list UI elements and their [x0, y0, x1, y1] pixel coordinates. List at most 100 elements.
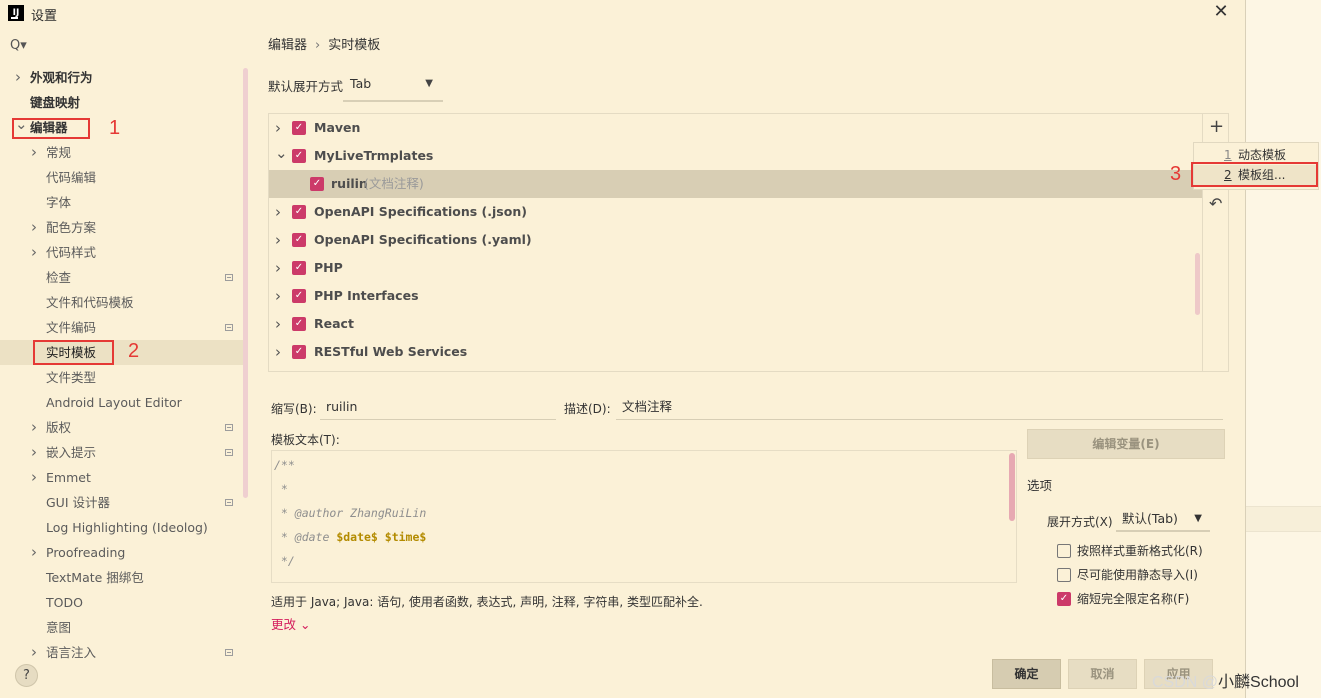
template-group[interactable]: › ✓ PHP Interfaces [269, 282, 1202, 310]
checkbox-checked[interactable]: ✓ [292, 289, 306, 303]
breadcrumb-separator: › [315, 38, 321, 53]
expand-with-select[interactable]: 默认(Tab) ▼ [1116, 507, 1210, 532]
search-icon[interactable]: Q▾ [10, 38, 27, 53]
sidebar-item[interactable]: TODO [0, 590, 248, 615]
chevron-right-icon[interactable]: › [275, 226, 281, 254]
chevron-right-icon[interactable]: › [275, 254, 281, 282]
chevron-right-icon[interactable]: › [31, 240, 37, 265]
sidebar-item[interactable]: GUI 设计器 [0, 490, 248, 515]
template-group[interactable]: › ✓ RESTful Web Services [269, 338, 1202, 366]
chevron-right-icon[interactable]: › [31, 540, 37, 565]
project-scope-icon [225, 424, 233, 431]
sidebar-item[interactable]: 文件和代码模板 [0, 290, 248, 315]
sidebar-item[interactable]: › 语言注入 [0, 640, 248, 665]
sidebar-item[interactable]: 键盘映射 [0, 90, 248, 115]
template-text-editor[interactable]: /** * * @author ZhangRuiLin * @date $dat… [271, 450, 1017, 583]
cancel-button[interactable]: 取消 [1068, 659, 1137, 689]
chevron-right-icon[interactable]: › [275, 198, 281, 226]
sidebar-item[interactable]: 文件类型 [0, 365, 248, 390]
sidebar-item[interactable]: Android Layout Editor [0, 390, 248, 415]
chevron-right-icon[interactable]: › [275, 310, 281, 338]
add-icon[interactable]: + [1209, 116, 1224, 137]
sidebar-item[interactable]: 字体 [0, 190, 248, 215]
checkbox-checked[interactable]: ✓ [292, 205, 306, 219]
template-tree: › ✓ Maven ⌄ ✓ MyLiveTrmplates ✓ ruilin (文档注释) › ✓ O… [268, 113, 1203, 372]
description-field[interactable]: 文档注释 [616, 395, 1223, 420]
chevron-right-icon[interactable]: › [15, 65, 21, 90]
chevron-right-icon[interactable]: › [275, 338, 281, 366]
sidebar-item[interactable]: 意图 [0, 615, 248, 640]
chevron-right-icon[interactable]: › [275, 282, 281, 310]
undo-icon[interactable]: ↶ [1209, 194, 1222, 213]
chevron-right-icon[interactable]: › [31, 415, 37, 440]
sidebar-item[interactable]: Log Highlighting (Ideolog) [0, 515, 248, 540]
template-group[interactable]: › ✓ OpenAPI Specifications (.json) [269, 198, 1202, 226]
template-group[interactable]: › ✓ React [269, 310, 1202, 338]
sidebar-item-label: Emmet [46, 470, 91, 485]
sidebar-item[interactable]: › 常规 [0, 140, 248, 165]
default-expand-value: Tab [350, 76, 372, 91]
checkbox-checked[interactable]: ✓ [1057, 592, 1071, 606]
abbreviation-field[interactable]: ruilin [320, 395, 556, 420]
template-group[interactable]: › ✓ PHP [269, 254, 1202, 282]
sidebar-scrollbar[interactable] [243, 68, 248, 498]
window-title: 设置 [31, 9, 58, 24]
breadcrumb-editor[interactable]: 编辑器 [268, 38, 307, 53]
ok-button[interactable]: 确定 [992, 659, 1061, 689]
chevron-right-icon[interactable]: › [31, 440, 37, 465]
sidebar-item[interactable]: TextMate 捆绑包 [0, 565, 248, 590]
checkbox-checked[interactable]: ✓ [292, 233, 306, 247]
checkbox-checked[interactable]: ✓ [292, 345, 306, 359]
sidebar-item[interactable]: › Proofreading [0, 540, 248, 565]
settings-window: IJ 设置 ✕ Q▾ › 外观和行为 键盘映射 ⌄ 编辑器 › 常规 代码编辑 字体 › 配色方案 ›… [0, 0, 1246, 698]
sidebar-item[interactable]: 文件编码 [0, 315, 248, 340]
chevron-right-icon[interactable]: › [275, 114, 281, 142]
chevron-right-icon[interactable]: › [31, 140, 37, 165]
template-item[interactable]: ✓ ruilin (文档注释) [269, 170, 1202, 198]
option-checkbox-row[interactable]: 尽可能使用静态导入(I) [1057, 566, 1198, 584]
template-group[interactable]: › ✓ Maven [269, 114, 1202, 142]
help-button[interactable]: ? [15, 664, 38, 687]
chevron-right-icon[interactable]: › [31, 640, 37, 665]
sidebar-item[interactable]: › 配色方案 [0, 215, 248, 240]
template-label: PHP [314, 260, 343, 275]
default-expand-select[interactable]: Tab ▼ [343, 72, 443, 102]
sidebar-item[interactable]: › Emmet [0, 465, 248, 490]
tree-scrollbar[interactable] [1195, 253, 1200, 315]
sidebar-item[interactable]: 代码编辑 [0, 165, 248, 190]
sidebar-item[interactable]: › 版权 [0, 415, 248, 440]
chevron-down-icon[interactable]: ⌄ [275, 139, 288, 167]
checkbox-unchecked[interactable] [1057, 544, 1071, 558]
checkbox-checked[interactable]: ✓ [292, 261, 306, 275]
annotation-box-2 [33, 340, 114, 365]
change-contexts-link[interactable]: 更改 ⌄ [271, 614, 310, 633]
editor-scrollbar[interactable] [1009, 453, 1015, 521]
checkbox-checked[interactable]: ✓ [310, 177, 324, 191]
close-button[interactable]: ✕ [1208, 0, 1234, 26]
background-window [1246, 0, 1321, 698]
template-group[interactable]: › ✓ OpenAPI Specifications (.yaml) [269, 226, 1202, 254]
sidebar-item-label: 常规 [46, 145, 72, 160]
sidebar-item[interactable]: 检查 [0, 265, 248, 290]
template-label: OpenAPI Specifications (.yaml) [314, 232, 532, 247]
option-checkbox-row[interactable]: ✓ 缩短完全限定名称(F) [1057, 590, 1189, 608]
checkbox-unchecked[interactable] [1057, 568, 1071, 582]
edit-variables-button[interactable]: 编辑变量(E) [1027, 429, 1225, 459]
template-group[interactable]: ⌄ ✓ MyLiveTrmplates [269, 142, 1202, 170]
sidebar-item-label: 字体 [46, 195, 72, 210]
annotation-number-1: 1 [109, 117, 121, 139]
chevron-right-icon[interactable]: › [31, 465, 37, 490]
sidebar-item[interactable]: › 代码样式 [0, 240, 248, 265]
sidebar-item-label: 语言注入 [46, 645, 97, 660]
checkbox-checked[interactable]: ✓ [292, 149, 306, 163]
sidebar-item[interactable]: › 外观和行为 [0, 65, 248, 90]
checkbox-checked[interactable]: ✓ [292, 317, 306, 331]
sidebar-item-label: 代码样式 [46, 245, 97, 260]
sidebar-item-label: 外观和行为 [30, 70, 93, 85]
checkbox-checked[interactable]: ✓ [292, 121, 306, 135]
code-text: * @author ZhangRuiLin [274, 506, 427, 520]
dropdown-arrow-icon: ▼ [1194, 513, 1202, 524]
chevron-right-icon[interactable]: › [31, 215, 37, 240]
option-checkbox-row[interactable]: 按照样式重新格式化(R) [1057, 542, 1203, 560]
sidebar-item[interactable]: › 嵌入提示 [0, 440, 248, 465]
